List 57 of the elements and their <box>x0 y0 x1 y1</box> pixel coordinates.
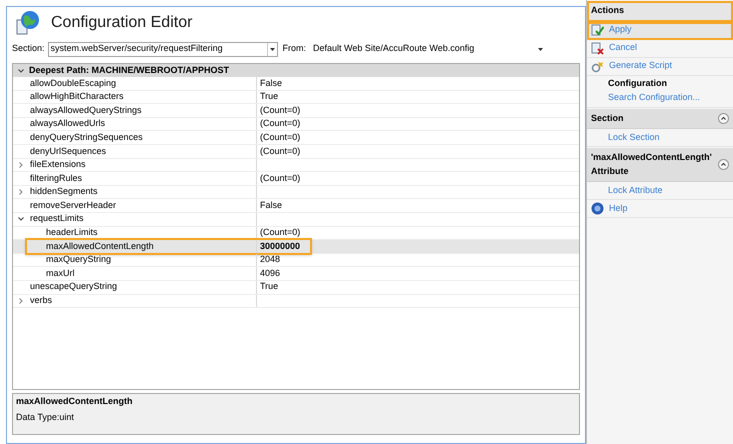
property-value[interactable]: True <box>260 280 278 294</box>
property-name: filteringRules <box>30 172 82 185</box>
expand-caret-icon[interactable] <box>18 162 24 168</box>
property-name: allowDoubleEscaping <box>30 76 116 90</box>
action-link[interactable]: Lock Section <box>608 130 660 144</box>
property-name: fileExtensions <box>30 158 86 172</box>
property-value[interactable]: (Count=0) <box>260 144 300 158</box>
property-name: maxAllowedContentLength <box>46 240 154 253</box>
document-cross-icon <box>591 42 604 54</box>
property-name: alwaysAllowedUrls <box>30 117 106 130</box>
page-title: Configuration Editor <box>51 13 192 33</box>
property-value[interactable]: False <box>260 198 282 212</box>
collapse-caret-icon[interactable] <box>18 216 24 222</box>
property-value[interactable]: 2048 <box>260 253 280 267</box>
collapse-caret-icon[interactable] <box>18 68 24 74</box>
dropdown-arrow-icon <box>538 48 544 50</box>
property-name: maxUrl <box>46 266 74 280</box>
property-name: allowHighBitCharacters <box>30 90 124 104</box>
description-text: Data Type:uint <box>16 410 74 424</box>
property-name: denyUrlSequences <box>30 144 106 158</box>
collapse-icon[interactable] <box>718 112 729 124</box>
property-value[interactable]: 4096 <box>260 266 280 280</box>
property-value[interactable]: True <box>260 90 278 104</box>
expand-caret-icon[interactable] <box>18 298 24 304</box>
expand-caret-icon[interactable] <box>18 189 24 196</box>
property-value[interactable]: (Count=0) <box>260 104 300 118</box>
property-name: requestLimits <box>30 212 84 226</box>
panel-heading: 'maxAllowedContentLength' Attribute <box>591 151 713 178</box>
property-value[interactable]: (Count=0) <box>260 226 300 240</box>
panel-heading: Section <box>591 112 624 124</box>
property-name: alwaysAllowedQueryStrings <box>30 104 142 117</box>
document-check-icon <box>591 24 604 36</box>
property-name: unescapeQueryString <box>30 280 118 294</box>
property-name: verbs <box>30 294 52 308</box>
property-name: removeServerHeader <box>30 198 116 212</box>
property-name: headerLimits <box>46 226 98 240</box>
group-heading: Configuration <box>608 77 667 90</box>
property-name: hiddenSegments <box>30 185 98 198</box>
property-value[interactable]: (Count=0) <box>260 172 300 186</box>
action-link[interactable]: Search Configuration... <box>608 91 700 105</box>
property-value[interactable]: (Count=0) <box>260 117 300 131</box>
property-value[interactable]: (Count=0) <box>260 130 300 144</box>
grid-header[interactable]: Deepest Path: MACHINE/WEBROOT/APPHOST <box>13 64 579 77</box>
action-link[interactable]: Lock Attribute <box>608 184 663 198</box>
dropdown-arrow-icon <box>270 48 275 50</box>
panel-heading: Actions <box>591 4 624 17</box>
section-dropdown[interactable]: system.webServer/security/requestFiltering <box>48 42 278 56</box>
collapse-icon[interactable] <box>718 159 729 170</box>
globe-document-icon <box>15 10 41 36</box>
description-title: maxAllowedContentLength <box>16 395 132 408</box>
section-label: Section: <box>12 42 45 56</box>
property-name: denyQueryStringSequences <box>30 130 143 144</box>
property-name: maxQueryString <box>46 253 112 266</box>
from-label: From: <box>282 42 306 56</box>
help-icon <box>591 202 604 215</box>
property-value[interactable]: 30000000 <box>260 240 300 254</box>
property-value[interactable]: False <box>260 76 282 90</box>
